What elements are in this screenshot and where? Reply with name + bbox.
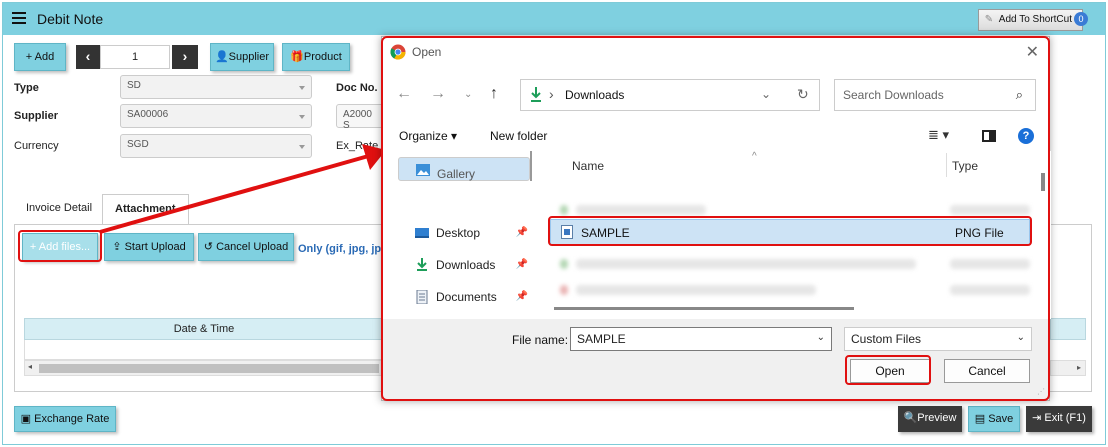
highlight-open-button [845,355,931,385]
highlight-sample-file [548,216,1032,246]
